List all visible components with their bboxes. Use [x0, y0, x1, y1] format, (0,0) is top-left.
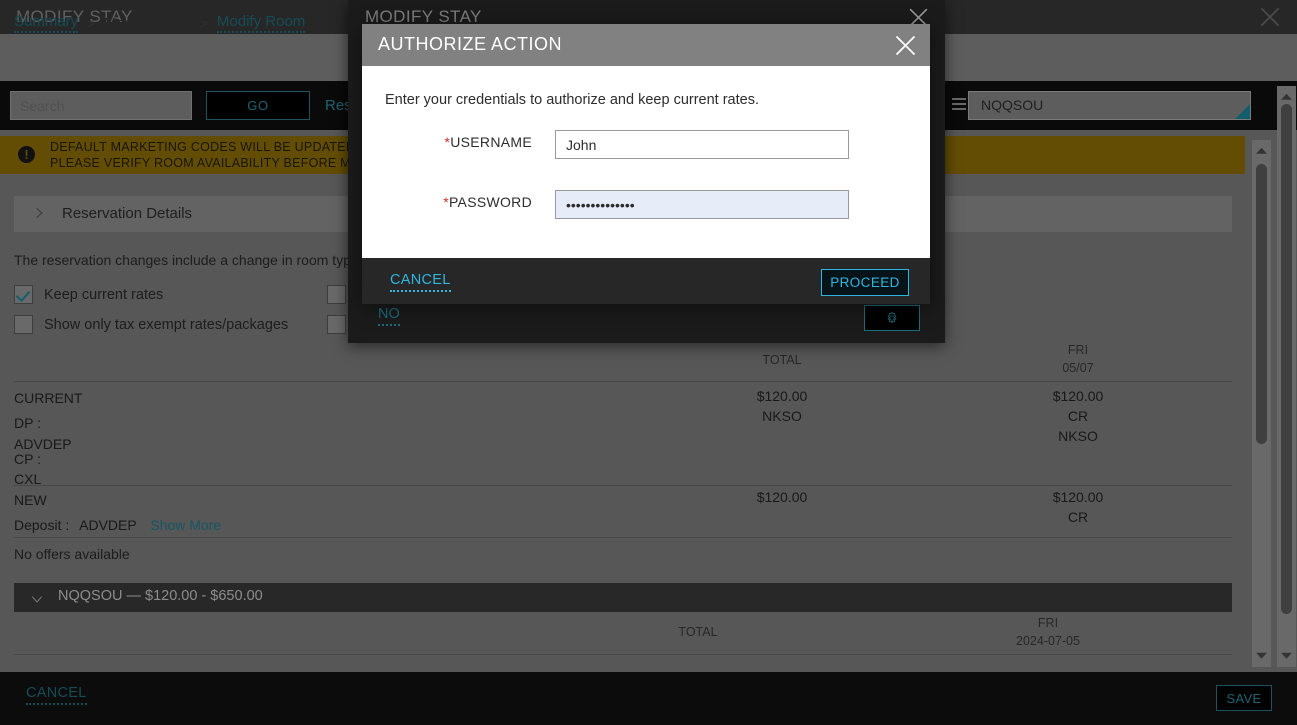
username-input[interactable] [555, 130, 849, 159]
password-label-text: PASSWORD [449, 194, 532, 210]
authorize-dialog-header: AUTHORIZE ACTION [362, 24, 930, 66]
authorize-dialog-footer: CANCEL PROCEED [362, 258, 930, 304]
username-label: *USERNAME [397, 134, 532, 150]
authorize-proceed-button[interactable]: PROCEED [821, 269, 909, 296]
gear-icon [886, 312, 899, 325]
authorize-dialog-message: Enter your credentials to authorize and … [385, 92, 759, 108]
authorize-dialog-body: Enter your credentials to authorize and … [362, 66, 930, 258]
no-button[interactable]: NO [378, 306, 400, 326]
authorize-cancel-button[interactable]: CANCEL [390, 272, 451, 292]
password-label: *PASSWORD [397, 194, 532, 210]
authorize-action-dialog: AUTHORIZE ACTION Enter your credentials … [362, 24, 930, 304]
settings-button[interactable] [864, 305, 920, 331]
close-icon[interactable] [892, 32, 919, 59]
username-label-text: USERNAME [450, 134, 532, 150]
password-input[interactable] [555, 190, 849, 219]
authorize-dialog-title: AUTHORIZE ACTION [378, 34, 562, 55]
